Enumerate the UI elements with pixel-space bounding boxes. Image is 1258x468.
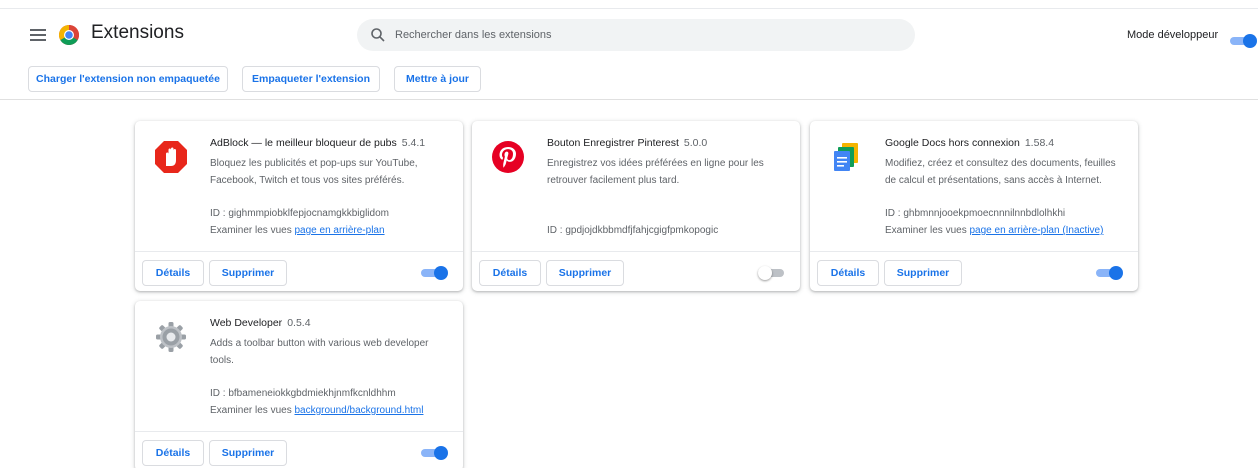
extension-description: Enregistrez vos idées préférées en ligne… <box>547 158 764 186</box>
extension-version: 0.5.4 <box>287 317 311 329</box>
extension-id: ID : ghbmnnjooekpmoecnnnilnnbdlolhkhi <box>885 208 1066 219</box>
extension-description: Modifiez, créez et consultez des documen… <box>885 158 1116 186</box>
extension-description: Bloquez les publicités et pop-ups sur Yo… <box>210 158 418 186</box>
card-footer: Détails Supprimer <box>810 251 1138 291</box>
card-footer: Détails Supprimer <box>472 251 800 291</box>
remove-button[interactable]: Supprimer <box>546 260 624 286</box>
extension-id: ID : bfbameneiokkgbdmiekhjnmfkcnldhhm <box>210 388 396 399</box>
extension-card-adblock: AdBlock — le meilleur bloqueur de pubs 5.… <box>135 121 463 291</box>
hamburger-menu-icon[interactable] <box>30 29 46 41</box>
background-page-link[interactable]: page en arrière-plan <box>294 225 384 236</box>
top-border <box>0 8 1258 9</box>
gear-icon <box>156 322 186 352</box>
background-page-link[interactable]: page en arrière-plan (Inactive) <box>969 225 1103 236</box>
extension-id: ID : gpdjojdkbbmdfjfahjcgigfpmkopogic <box>547 225 719 236</box>
search-input[interactable] <box>395 19 895 51</box>
extension-name: Web Developer 0.5.4 <box>210 317 311 329</box>
inspect-views: Examiner les vues background/background.… <box>210 405 424 416</box>
background-page-link[interactable]: background/background.html <box>294 405 423 416</box>
inspect-views: Examiner les vues page en arrière-plan (… <box>885 225 1104 236</box>
developer-mode-toggle[interactable] <box>1230 34 1258 48</box>
header: Extensions Mode développeur <box>0 14 1258 58</box>
adblock-icon <box>155 141 187 173</box>
extension-version: 1.58.4 <box>1024 137 1055 149</box>
search-box[interactable] <box>357 19 915 51</box>
search-icon <box>371 28 385 42</box>
extension-name: AdBlock — le meilleur bloqueur de pubs 5.… <box>210 137 426 149</box>
details-button[interactable]: Détails <box>142 260 204 286</box>
remove-button[interactable]: Supprimer <box>209 260 287 286</box>
extension-enable-toggle[interactable] <box>1096 266 1124 280</box>
details-button[interactable]: Détails <box>142 440 204 466</box>
extension-name: Google Docs hors connexion 1.58.4 <box>885 137 1055 149</box>
card-footer: Détails Supprimer <box>135 431 463 468</box>
card-footer: Détails Supprimer <box>135 251 463 291</box>
developer-toolbar: Charger l'extension non empaquetée Empaq… <box>0 66 1258 100</box>
pack-extension-button[interactable]: Empaqueter l'extension <box>242 66 380 92</box>
remove-button[interactable]: Supprimer <box>209 440 287 466</box>
extension-card-google-docs: Google Docs hors connexion 1.58.4 Modifie… <box>810 121 1138 291</box>
extension-enable-toggle[interactable] <box>421 266 449 280</box>
extension-enable-toggle[interactable] <box>421 446 449 460</box>
extension-name: Bouton Enregistrer Pinterest 5.0.0 <box>547 137 708 149</box>
extension-version: 5.4.1 <box>401 137 426 149</box>
extension-description: Adds a toolbar button with various web d… <box>210 338 429 366</box>
extension-version: 5.0.0 <box>683 137 708 149</box>
inspect-views: Examiner les vues page en arrière-plan <box>210 225 385 236</box>
extension-enable-toggle[interactable] <box>758 266 786 280</box>
developer-mode-label: Mode développeur <box>1127 29 1219 41</box>
load-unpacked-button[interactable]: Charger l'extension non empaquetée <box>28 66 228 92</box>
extension-card-pinterest: Bouton Enregistrer Pinterest 5.0.0 Enregi… <box>472 121 800 291</box>
extension-id: ID : gighmmpiobklfepjocnamgkkbiglidom <box>210 208 389 219</box>
page-title: Extensions <box>91 22 184 43</box>
pinterest-icon <box>492 141 524 173</box>
update-button[interactable]: Mettre à jour <box>394 66 481 92</box>
remove-button[interactable]: Supprimer <box>884 260 962 286</box>
google-docs-icon <box>834 143 858 171</box>
details-button[interactable]: Détails <box>479 260 541 286</box>
extension-card-web-developer: Web Developer 0.5.4 Adds a toolbar button… <box>135 301 463 468</box>
chrome-logo-icon <box>59 25 79 45</box>
details-button[interactable]: Détails <box>817 260 879 286</box>
